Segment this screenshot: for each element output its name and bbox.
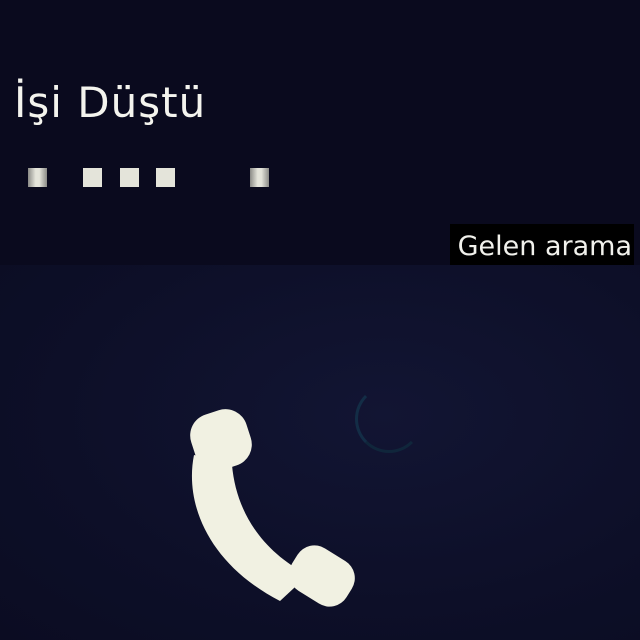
masked-phone-number	[28, 168, 298, 190]
mask-square	[83, 168, 102, 187]
mask-square	[120, 168, 139, 187]
mask-square	[250, 168, 269, 187]
incoming-call-screen: İşi Düştü Gelen arama	[0, 0, 640, 640]
mask-square	[28, 168, 47, 187]
phone-handset-icon	[190, 409, 355, 607]
caller-name: İşi Düştü	[14, 78, 207, 127]
ring-indicator	[355, 385, 423, 453]
call-status-label: Gelen arama	[449, 224, 634, 270]
answer-call-button[interactable]	[180, 405, 360, 615]
mask-square	[156, 168, 175, 187]
